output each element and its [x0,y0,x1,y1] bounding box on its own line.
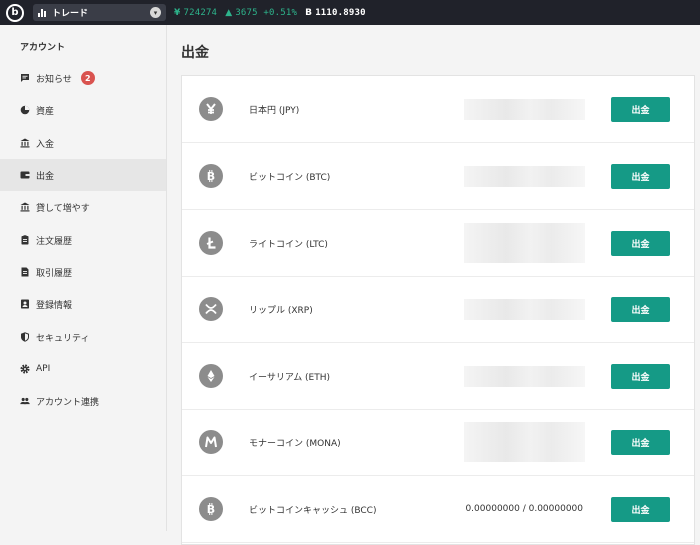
top-bar: b トレード ▾ ¥ 724274 ▲ 3675 +0.51% B 1110.8… [0,0,700,25]
currency-name: モナーコイン (MONA) [249,438,341,449]
document-icon [20,267,30,277]
price-change: ▲ 3675 +0.51% [225,8,297,18]
sidebar-item-label: API [36,364,51,374]
sidebar-item-deposit[interactable]: 入金 [0,127,166,159]
withdraw-button[interactable]: 出金 [611,429,670,455]
currency-name: ライトコイン (LTC) [249,239,328,250]
sidebar-item-label: 登録情報 [36,300,73,311]
sidebar-item-api[interactable]: API [0,353,166,385]
sidebar-item-assets[interactable]: 資産 [0,94,166,126]
sidebar-item-profile[interactable]: 登録情報 [0,288,166,320]
jpy-balance: ¥ 724274 [174,8,217,18]
sidebar-item-security[interactable]: セキュリティ [0,321,166,353]
monacoin-icon [199,430,223,454]
chart-bars-icon [38,8,46,17]
jpy-balance-value: 724274 [183,7,218,18]
message-icon [20,73,30,83]
sidebar-item-order-history[interactable]: 注文履歴 [0,224,166,256]
pie-chart-icon [20,105,30,115]
sidebar-item-label: 出金 [36,171,55,182]
bitcoin-icon: B [199,164,223,188]
yen-icon [199,97,223,121]
clipboard-icon [20,235,30,245]
bank-icon [20,138,30,148]
ethereum-icon [199,364,223,388]
bitbank-logo-icon[interactable]: b [6,3,24,22]
balance-value: 0.00000000 / 0.00000000 [465,504,583,514]
currency-name: ビットコインキャッシュ (BCC) [249,505,377,516]
people-icon [20,396,30,406]
balance-redacted [464,365,585,387]
sidebar-item-label: 入金 [36,139,55,150]
sidebar-item-label: 貸して増やす [36,203,90,214]
arrow-up-icon: ▲ [225,7,233,18]
currency-list: 日本円 (JPY) 出金 B ビットコイン (BTC) 出金 ライトコイン (L… [181,75,695,545]
sidebar-item-trade-history[interactable]: 取引履歴 [0,256,166,288]
currency-row-jpy: 日本円 (JPY) 出金 [182,76,694,143]
sidebar-item-withdraw[interactable]: 出金 [0,159,166,191]
sidebar-item-lending[interactable]: 貸して増やす [0,191,166,223]
currency-name: ビットコイン (BTC) [249,172,331,183]
currency-row-eth: イーサリアム (ETH) 出金 [182,343,694,410]
currency-row-mona: モナーコイン (MONA) 出金 [182,409,694,476]
sidebar-item-label: セキュリティ [36,333,90,344]
withdraw-button[interactable]: 出金 [611,363,670,389]
withdraw-button[interactable]: 出金 [611,296,670,322]
sidebar-item-label: お知らせ [36,74,72,85]
balance-redacted [464,98,585,120]
sidebar-heading: アカウント [20,43,66,53]
svg-text:B: B [207,503,215,516]
balance-redacted [464,165,585,187]
btc-price-value: 1110.8930 [315,7,366,18]
balance-redacted [464,298,585,320]
sidebar: アカウント お知らせ 2 資産 入金 出金 貸して増やす 注文履歴 取引履歴 登… [0,25,167,531]
trade-dropdown-label: トレード [52,9,89,19]
sidebar-item-label: 注文履歴 [36,236,73,247]
bitcoin-cash-icon: B [199,497,223,521]
trade-dropdown[interactable]: トレード ▾ [33,4,166,21]
btc-price: B 1110.8930 [305,8,366,18]
currency-name: リップル (XRP) [249,305,313,316]
shield-icon [20,332,30,342]
chevron-down-icon: ▾ [150,7,161,18]
currency-row-btc: B ビットコイン (BTC) 出金 [182,143,694,210]
page-title: 出金 [181,45,209,61]
wallet-icon [20,170,30,180]
sidebar-item-label: 資産 [36,106,55,117]
withdraw-button[interactable]: 出金 [611,163,670,189]
balance-redacted [464,422,585,462]
id-card-icon [20,299,30,309]
gear-icon [20,364,30,374]
withdraw-button[interactable]: 出金 [611,496,670,522]
balance-redacted [464,223,585,263]
withdraw-button[interactable]: 出金 [611,230,670,256]
litecoin-icon [199,231,223,255]
sidebar-item-label: アカウント連携 [36,397,100,408]
withdraw-button[interactable]: 出金 [611,96,670,122]
currency-row-bcc: B ビットコインキャッシュ (BCC) 0.00000000 / 0.00000… [182,476,694,543]
yen-icon: ¥ [174,7,181,18]
bitcoin-icon: B [305,7,313,18]
price-change-value: 3675 +0.51% [235,7,298,18]
sidebar-item-account-link[interactable]: アカウント連携 [0,385,166,417]
bank-icon [20,202,30,212]
svg-text:B: B [207,170,215,183]
currency-row-ltc: ライトコイン (LTC) 出金 [182,210,694,277]
currency-name: 日本円 (JPY) [249,105,300,116]
sidebar-item-label: 取引履歴 [36,268,73,279]
ripple-icon [199,297,223,321]
currency-row-xrp: リップル (XRP) 出金 [182,276,694,343]
notification-badge: 2 [80,71,95,85]
sidebar-item-notices[interactable]: お知らせ 2 [0,62,166,94]
currency-name: イーサリアム (ETH) [249,372,331,383]
